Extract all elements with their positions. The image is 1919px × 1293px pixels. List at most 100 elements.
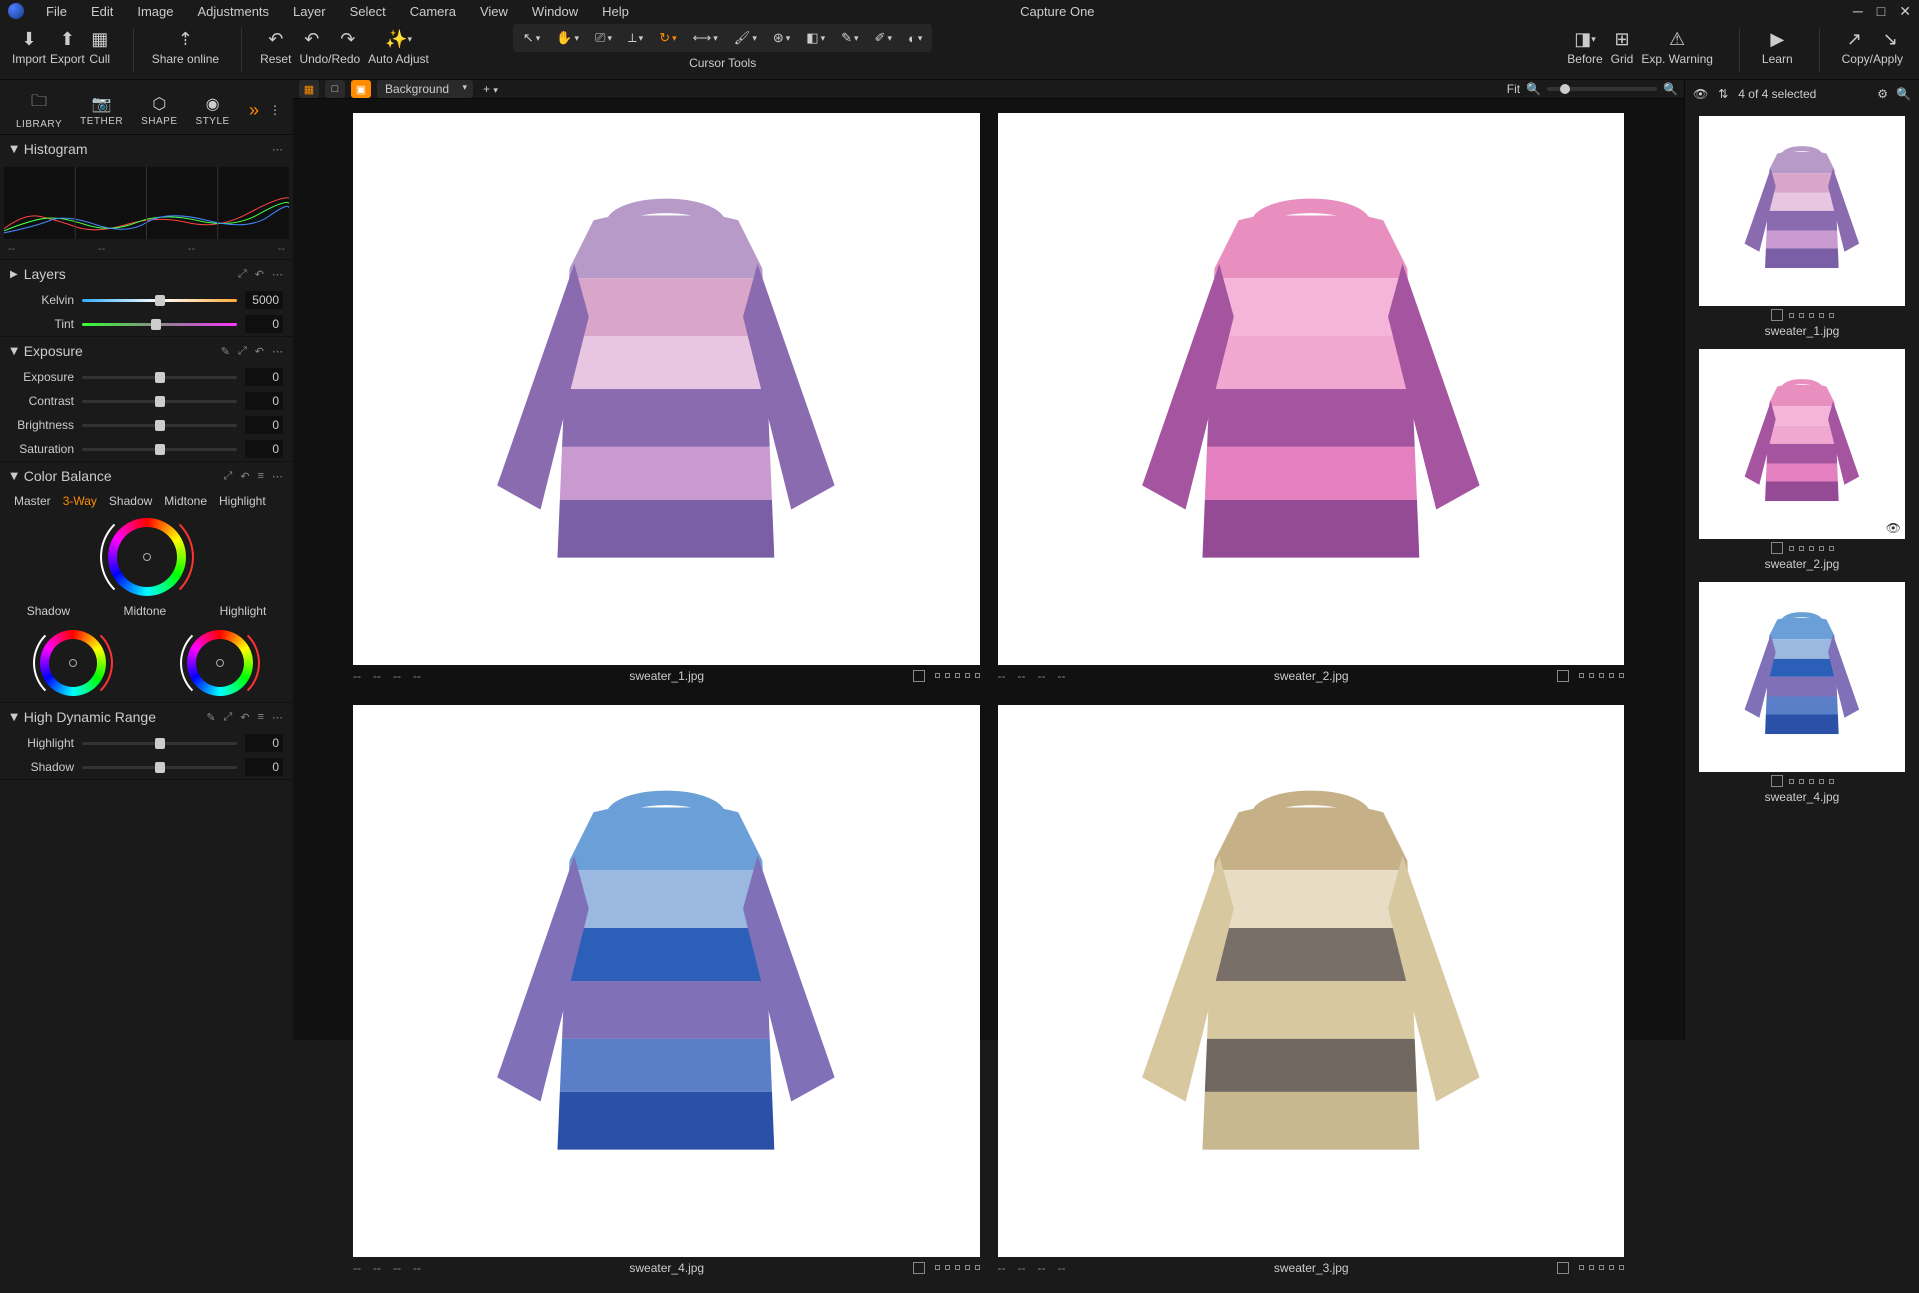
saturation-slider[interactable]: Saturation0 <box>0 437 293 461</box>
kelvin-slider[interactable]: Kelvin5000 <box>0 288 293 312</box>
import-button[interactable]: ⬇ Import <box>12 24 46 66</box>
filmstrip-item[interactable]: sweater_1.jpg <box>1699 116 1905 341</box>
menu-view[interactable]: View <box>470 2 518 21</box>
panel-menu-icon[interactable]: ⋯ <box>272 711 283 724</box>
clone-tool[interactable]: ⎚▾ <box>589 26 618 50</box>
rating-dots[interactable] <box>935 1265 980 1270</box>
expand-icon[interactable]: ⤢ <box>224 470 233 483</box>
before-button[interactable]: ◨▾ Before <box>1567 24 1602 66</box>
panel-menu-icon[interactable]: ⋯ <box>272 470 283 483</box>
menu-edit[interactable]: Edit <box>81 2 123 21</box>
copy-apply-button[interactable]: ↗ ↘ Copy/Apply <box>1842 24 1903 66</box>
menu-layer[interactable]: Layer <box>283 2 336 21</box>
reset-panel-icon[interactable]: ↶ <box>255 268 264 281</box>
menu-adjustments[interactable]: Adjustments <box>188 2 280 21</box>
select-checkbox[interactable] <box>1771 542 1783 554</box>
sort-icon[interactable]: ⇅ <box>1718 87 1728 101</box>
rating-dots[interactable] <box>1579 673 1624 678</box>
undo-redo-button[interactable]: ↶ ↷ Undo/Redo <box>299 24 360 66</box>
panel-menu-icon[interactable]: ⋯ <box>272 268 283 281</box>
contrast-slider[interactable]: Contrast0 <box>0 389 293 413</box>
select-checkbox[interactable] <box>1771 309 1783 321</box>
select-checkbox[interactable] <box>1771 775 1783 787</box>
search-icon[interactable]: 🔍 <box>1896 87 1911 101</box>
maximize-icon[interactable]: □ <box>1877 3 1885 20</box>
zoom-in-icon[interactable]: 🔍 <box>1663 82 1678 96</box>
panel-menu-icon[interactable]: ⋯ <box>272 143 283 156</box>
layer-dropdown[interactable]: Background ▾ <box>377 80 473 98</box>
rating-dots[interactable] <box>1789 546 1834 551</box>
more-tabs-icon[interactable]: » <box>245 100 263 121</box>
tint-slider[interactable]: Tint0 <box>0 312 293 336</box>
exposure-header[interactable]: ▶ Exposure ✎⤢↶⋯ <box>0 337 293 365</box>
picker-tool[interactable]: ◐▾ <box>902 27 928 50</box>
hdr-header[interactable]: ▶ High Dynamic Range ✎⤢↶≡⋯ <box>0 703 293 731</box>
menu-help[interactable]: Help <box>592 2 639 21</box>
shadow-wheel[interactable] <box>40 630 106 696</box>
cull-button[interactable]: ▦ Cull <box>89 24 111 66</box>
gradient-tool[interactable]: ✎▾ <box>835 26 864 50</box>
rating-dots[interactable] <box>1789 779 1834 784</box>
image-card[interactable]: --------sweater_4.jpg <box>353 705 980 1279</box>
select-checkbox[interactable] <box>913 1262 925 1274</box>
cb-tab-master[interactable]: Master <box>14 494 51 508</box>
image-card[interactable]: --------sweater_3.jpg <box>998 705 1625 1279</box>
grid-view-button[interactable]: ▦ <box>299 80 319 98</box>
tab-style[interactable]: ◉STYLE <box>188 90 238 131</box>
filmstrip-item[interactable]: 👁sweater_2.jpg <box>1699 349 1905 574</box>
pencil-icon[interactable]: ✎ <box>206 711 215 724</box>
layers-header[interactable]: ▶ Layers ⤢↶⋯ <box>0 260 293 288</box>
filter-icon[interactable]: ⚙ <box>1877 87 1888 101</box>
close-icon[interactable]: ✕ <box>1899 3 1911 20</box>
midtone-wheel-large[interactable] <box>108 518 186 596</box>
brush-tool[interactable]: 🖌▾ <box>728 26 763 50</box>
single-view-button[interactable]: □ <box>325 80 345 98</box>
brightness-slider[interactable]: Brightness0 <box>0 413 293 437</box>
cb-tab-midtone[interactable]: Midtone <box>164 494 207 508</box>
exposure-slider[interactable]: Exposure0 <box>0 365 293 389</box>
straighten-tool[interactable]: ⟷▾ <box>687 26 724 50</box>
exp-warning-button[interactable]: ⚠ Exp. Warning <box>1641 24 1713 66</box>
hand-tool[interactable]: ✋▾ <box>550 26 585 50</box>
expand-icon[interactable]: ⤢ <box>238 268 247 281</box>
export-button[interactable]: ⬆ Export <box>50 24 85 66</box>
tab-tether[interactable]: 📷TETHER <box>72 90 131 131</box>
reset-panel-icon[interactable]: ↶ <box>240 470 249 483</box>
rating-dots[interactable] <box>1579 1265 1624 1270</box>
rating-dots[interactable] <box>1789 313 1834 318</box>
rating-dots[interactable] <box>935 673 980 678</box>
cb-tab-3way[interactable]: 3-Way <box>63 494 97 508</box>
hdr-shadow-slider[interactable]: Shadow0 <box>0 755 293 779</box>
share-button[interactable]: ⇡ Share online <box>152 24 219 66</box>
cb-tab-highlight[interactable]: Highlight <box>219 494 266 508</box>
image-card[interactable]: --------sweater_2.jpg <box>998 113 1625 687</box>
select-checkbox[interactable] <box>1557 670 1569 682</box>
crop-tool[interactable]: ⟂▾ <box>622 26 649 50</box>
fit-label[interactable]: Fit <box>1507 82 1520 96</box>
zoom-slider[interactable] <box>1547 87 1657 91</box>
kebab-icon[interactable]: ⋮ <box>265 103 285 117</box>
eraser-tool[interactable]: ◧▾ <box>800 26 831 50</box>
draw-tool[interactable]: ✐▾ <box>869 26 898 50</box>
highlight-wheel[interactable] <box>187 630 253 696</box>
menu-file[interactable]: File <box>36 2 77 21</box>
pointer-tool[interactable]: ↖▾ <box>517 26 546 50</box>
menu-window[interactable]: Window <box>522 2 588 21</box>
menu-select[interactable]: Select <box>340 2 396 21</box>
hdr-highlight-slider[interactable]: Highlight0 <box>0 731 293 755</box>
rotate-tool[interactable]: ↻▾ <box>653 26 682 50</box>
tab-library[interactable]: 🗀LIBRARY <box>8 86 70 134</box>
grid-button[interactable]: ⊞ Grid <box>1611 24 1634 66</box>
learn-button[interactable]: ▶ Learn <box>1762 24 1793 66</box>
panel-menu-icon[interactable]: ⋯ <box>272 345 283 358</box>
reset-panel-icon[interactable]: ↶ <box>240 711 249 724</box>
reset-panel-icon[interactable]: ↶ <box>255 345 264 358</box>
select-checkbox[interactable] <box>913 670 925 682</box>
histogram-header[interactable]: ▶ Histogram ⋯ <box>0 135 293 163</box>
image-card[interactable]: --------sweater_1.jpg <box>353 113 980 687</box>
filmstrip-item[interactable]: sweater_4.jpg <box>1699 582 1905 807</box>
auto-adjust-button[interactable]: ✨▾ Auto Adjust <box>368 24 429 66</box>
cb-tab-shadow[interactable]: Shadow <box>109 494 152 508</box>
menu-camera[interactable]: Camera <box>400 2 466 21</box>
tab-shape[interactable]: ⬡SHAPE <box>133 90 185 131</box>
